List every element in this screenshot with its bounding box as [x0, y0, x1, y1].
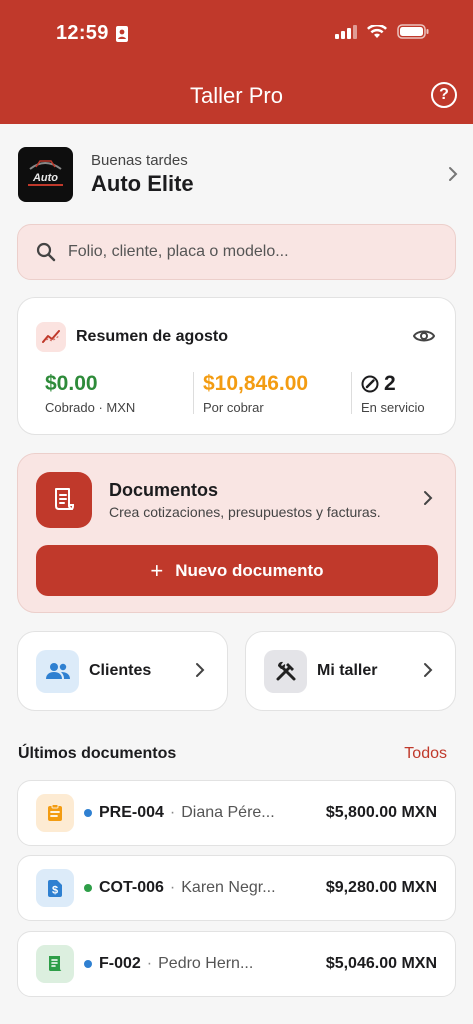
chevron-right-icon — [196, 663, 205, 677]
invoice-icon — [36, 945, 74, 983]
summary-title: Resumen de agosto — [76, 328, 229, 345]
stat-label: Cobrado · MXN — [45, 400, 136, 415]
search-input[interactable]: Folio, cliente, placa o modelo... — [17, 224, 456, 280]
stat-divider — [351, 372, 352, 414]
stat-value: $10,846.00 — [203, 372, 309, 395]
clients-button[interactable]: Clientes — [17, 631, 228, 711]
document-client: Diana Pére... — [181, 804, 275, 821]
stat-in-service: 2 En servicio — [361, 372, 425, 415]
document-icon — [36, 472, 92, 528]
stat-value: $0.00 — [45, 372, 98, 395]
status-time: 12:59 — [56, 22, 129, 45]
document-folio: PRE-004 — [99, 804, 164, 821]
help-button[interactable]: ? — [431, 82, 457, 108]
clients-label: Clientes — [89, 662, 152, 679]
stat-collected: $0.00 Cobrado · MXN — [45, 372, 135, 415]
stat-receivable: $10,846.00 Por cobrar — [203, 372, 308, 415]
page-title: Taller Pro — [190, 83, 283, 108]
svg-text:$: $ — [52, 884, 58, 896]
eye-icon[interactable] — [413, 328, 435, 344]
document-amount: $9,280.00 MXN — [325, 879, 437, 896]
wrench-gauge-icon — [361, 375, 379, 393]
document-folio: COT-006 — [99, 879, 164, 896]
dollar-doc-icon: $ — [36, 869, 74, 907]
workshop-profile-row[interactable]: Auto Buenas tardes Auto Elite — [18, 146, 458, 202]
documents-title: Documentos — [109, 480, 219, 500]
plus-icon: + — [150, 557, 164, 583]
documents-card[interactable]: Documentos Crea cotizaciones, presupuest… — [17, 453, 456, 613]
recent-documents-title: Últimos documentos — [18, 745, 177, 762]
users-icon — [36, 649, 79, 693]
svg-text:Auto: Auto — [32, 172, 58, 184]
status-dot — [84, 884, 92, 892]
document-client: Karen Negr... — [181, 879, 276, 896]
list-item[interactable]: F-002 · Pedro Hern... $5,046.00 MXN — [17, 931, 456, 997]
separator: · — [169, 879, 176, 896]
workshop-name: Auto Elite — [91, 170, 194, 196]
chevron-right-icon — [424, 491, 433, 505]
new-document-button[interactable]: + Nuevo documento — [36, 545, 438, 596]
stat-label: En servicio — [361, 400, 425, 415]
new-document-label: Nuevo documento — [175, 560, 324, 580]
separator: · — [169, 804, 176, 821]
contact-card-icon — [115, 25, 128, 42]
signal-icon — [335, 24, 357, 39]
document-client: Pedro Hern... — [158, 955, 254, 972]
stat-value: 2 — [384, 372, 396, 395]
list-item[interactable]: $ COT-006 · Karen Negr... $9,280.00 MXN — [17, 855, 456, 921]
help-icon: ? — [439, 86, 449, 103]
my-workshop-label: Mi taller — [317, 662, 378, 679]
app-header: 12:59 Taller Pro ? — [0, 0, 473, 124]
workshop-logo: Auto — [18, 146, 73, 202]
document-folio: F-002 — [99, 955, 141, 972]
trend-chart-icon — [36, 322, 66, 352]
search-icon — [36, 242, 56, 262]
documents-subtitle: Crea cotizaciones, presupuestos y factur… — [109, 504, 381, 520]
status-time-text: 12:59 — [56, 22, 109, 44]
monthly-summary-card: Resumen de agosto $0.00 Cobrado · MXN $1… — [17, 297, 456, 435]
separator: · — [146, 955, 153, 972]
status-dot — [84, 960, 92, 968]
car-logo-icon: Auto — [28, 159, 63, 186]
chevron-right-icon — [449, 167, 458, 181]
stat-divider — [193, 372, 194, 414]
chevron-right-icon — [424, 663, 433, 677]
view-all-link[interactable]: Todos — [404, 745, 447, 763]
battery-icon — [397, 24, 429, 39]
status-dot — [84, 809, 92, 817]
document-amount: $5,046.00 MXN — [325, 955, 437, 972]
search-placeholder: Folio, cliente, placa o modelo... — [68, 243, 289, 260]
clipboard-icon — [36, 794, 74, 832]
list-item[interactable]: PRE-004 · Diana Pére... $5,800.00 MXN — [17, 780, 456, 846]
wifi-icon — [367, 24, 387, 38]
greeting-subtitle: Buenas tardes — [91, 151, 188, 169]
status-indicators — [335, 24, 429, 39]
tools-icon — [264, 649, 307, 693]
document-amount: $5,800.00 MXN — [325, 804, 437, 821]
my-workshop-button[interactable]: Mi taller — [245, 631, 456, 711]
stat-label: Por cobrar — [203, 400, 264, 415]
